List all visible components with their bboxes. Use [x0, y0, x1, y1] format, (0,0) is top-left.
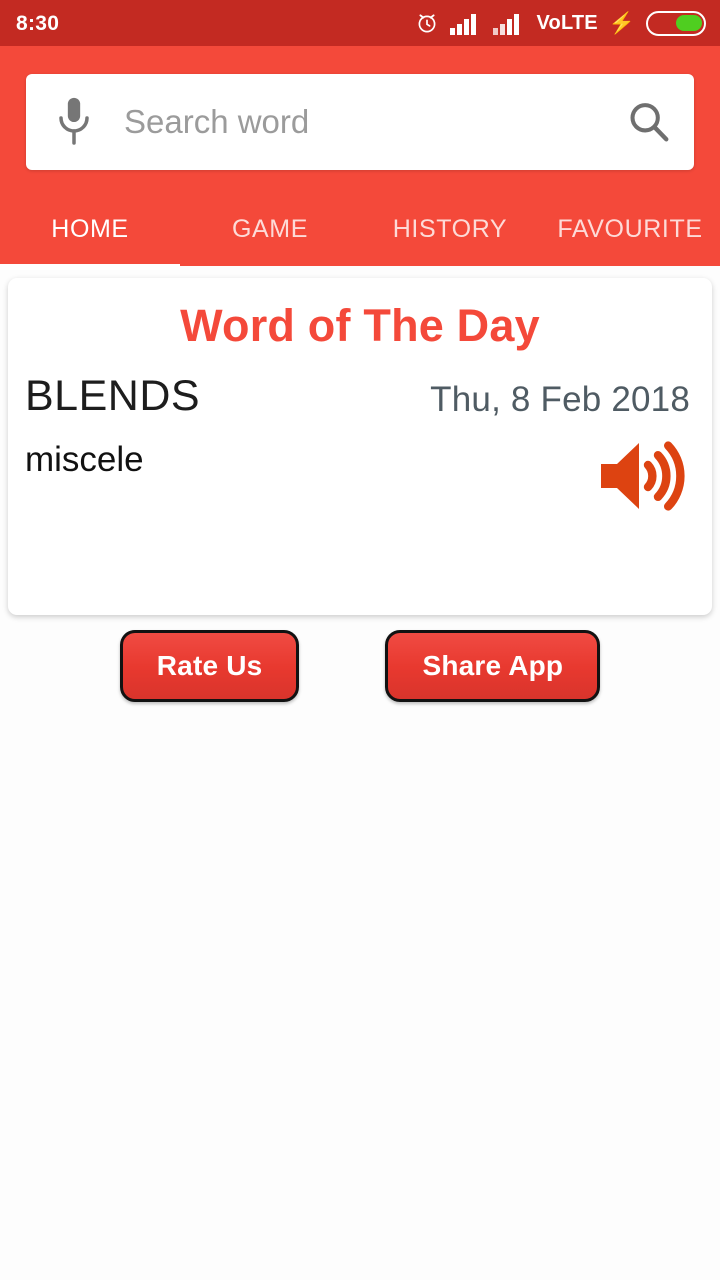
tab-history[interactable]: HISTORY: [360, 192, 540, 266]
word-of-the-day-card: Word of The Day BLENDS miscele Thu, 8 Fe…: [8, 278, 712, 615]
tab-home[interactable]: HOME: [0, 192, 180, 270]
tab-game[interactable]: GAME: [180, 192, 360, 266]
tab-home-label: HOME: [51, 214, 129, 243]
lightning-bolt-icon: ⚡: [608, 11, 635, 35]
app-header: HOME GAME HISTORY FAVOURITE: [0, 46, 720, 270]
search-input[interactable]: [124, 103, 626, 141]
signal-bars-icon: [493, 14, 520, 35]
alarm-clock-icon: [419, 14, 436, 33]
battery-fill: [675, 15, 702, 31]
network-label: VoLTE: [536, 12, 598, 34]
tab-history-label: HISTORY: [392, 214, 508, 243]
search-bar[interactable]: [26, 74, 694, 170]
speaker-volume-icon[interactable]: [593, 436, 689, 516]
search-icon[interactable]: [626, 99, 672, 145]
status-time: 8:30: [16, 11, 60, 35]
date-label: Thu, 8 Feb 2018: [430, 380, 690, 419]
rate-us-button[interactable]: Rate Us: [119, 630, 300, 702]
app-root: 8:30 VoLTE ⚡ Search word HOME GAME HISTO…: [0, 0, 720, 1280]
share-app-button[interactable]: Share App: [385, 630, 601, 702]
status-bar: 8:30 VoLTE ⚡: [0, 0, 720, 46]
card-title: Word of The Day: [180, 300, 540, 351]
tab-favourite-label: FAVOURITE: [557, 214, 703, 243]
card-body: BLENDS miscele Thu, 8 Feb 2018: [8, 372, 712, 554]
tab-game-label: GAME: [231, 214, 309, 243]
tab-favourite[interactable]: FAVOURITE: [540, 192, 720, 266]
battery-icon: [646, 10, 706, 36]
status-icons: VoLTE ⚡: [415, 10, 706, 36]
action-buttons: Rate Us Share App: [0, 630, 720, 702]
word-text: BLENDS: [25, 372, 201, 420]
word-meaning: miscele: [25, 440, 144, 479]
tab-bar: HOME GAME HISTORY FAVOURITE: [0, 192, 720, 270]
signal-bars-icon: [450, 14, 477, 35]
microphone-icon[interactable]: [54, 94, 94, 150]
